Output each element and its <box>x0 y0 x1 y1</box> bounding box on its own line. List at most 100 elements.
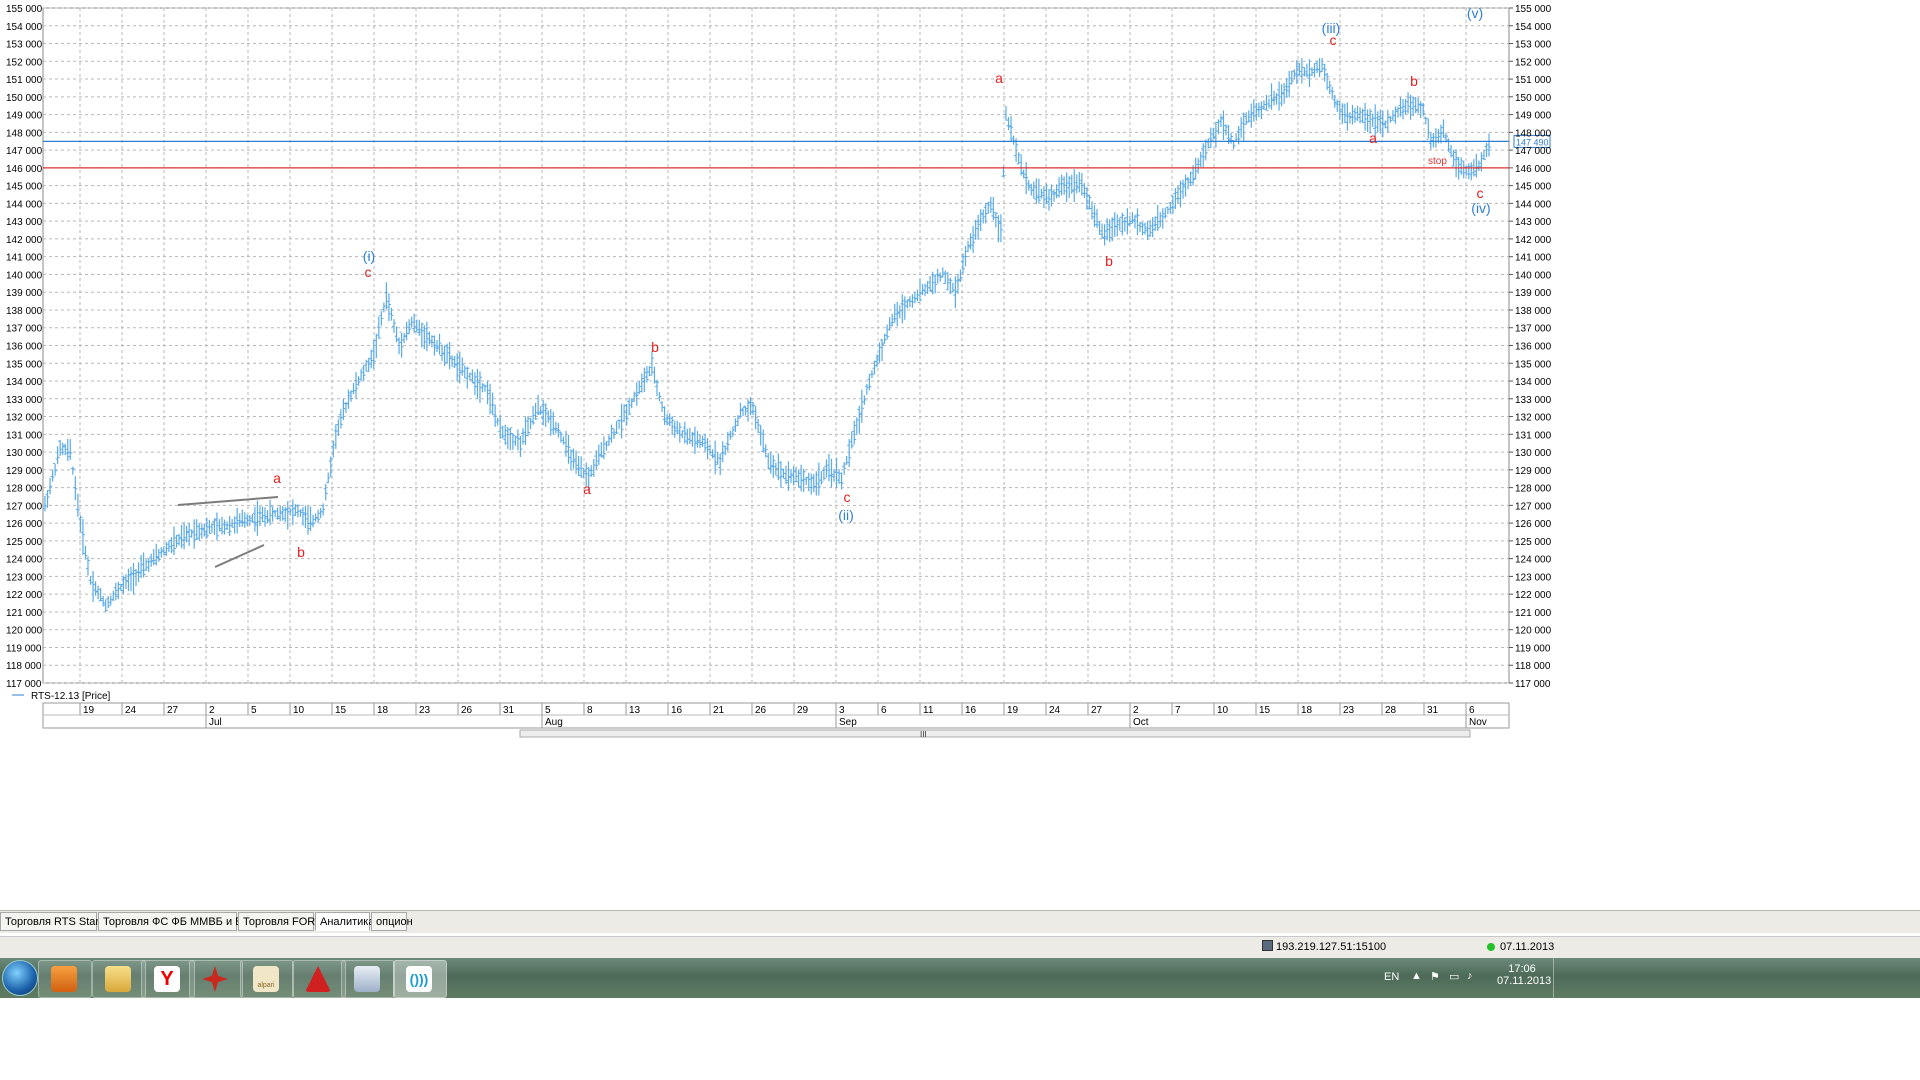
x-day-label: 10 <box>1217 705 1229 716</box>
y-tick-label-left: 137 000 <box>6 324 43 335</box>
y-tick-label-right: 126 000 <box>1515 519 1552 530</box>
taskbar-media-player[interactable] <box>38 960 92 998</box>
x-day-label: 18 <box>377 705 389 716</box>
connection-status: 193.219.127.51:15100 <box>1262 940 1386 955</box>
wave-label: b <box>297 544 305 560</box>
x-axis: 19 24 27 2 5 10 15 18 23 26 31 5 8 13 16 21 26 29 3 6 11 16 19… <box>42 702 1510 729</box>
y-tick-label-left: 151 000 <box>6 75 43 86</box>
y-tick-label-right: 117 000 <box>1515 679 1551 690</box>
taskbar-file-explorer[interactable] <box>92 960 146 998</box>
y-tick-label-left: 117 000 <box>6 679 42 690</box>
media-player-icon <box>51 966 77 992</box>
y-tick-label-right: 141 000 <box>1515 253 1552 264</box>
x-day-label: 21 <box>713 705 725 716</box>
y-tick-label-right: 147 000 <box>1515 146 1552 157</box>
y-tick-label-left: 136 000 <box>6 342 43 353</box>
tab-analytics[interactable]: Аналитика <box>315 912 374 931</box>
chat-app-icon: ())) <box>406 966 432 992</box>
y-tick-label-left: 121 000 <box>6 608 43 619</box>
x-day-label: 6 <box>881 705 887 716</box>
horizontal-lines[interactable]: stop147 490 <box>43 134 1551 169</box>
legend-label: RTS-12.13 [Price] <box>31 691 111 702</box>
wave-label: c <box>844 489 851 505</box>
y-tick-label-left: 148 000 <box>6 128 43 139</box>
y-tick-label-left: 130 000 <box>6 448 43 459</box>
x-day-label: 26 <box>755 705 767 716</box>
action-center-flag-icon[interactable]: ⚑ <box>1430 970 1440 1010</box>
y-tick-label-left: 132 000 <box>6 413 43 424</box>
y-tick-label-left: 123 000 <box>6 572 43 583</box>
y-tick-label-left: 139 000 <box>6 288 43 299</box>
y-tick-label-left: 140 000 <box>6 270 43 281</box>
y-tick-label-left: 129 000 <box>6 466 43 477</box>
language-indicator[interactable]: EN <box>1384 971 1399 1011</box>
yandex-icon: Y <box>154 966 180 992</box>
taskbar-yandex-browser[interactable]: Y <box>141 960 195 998</box>
x-day-label: 27 <box>1091 705 1103 716</box>
y-tick-label-right: 125 000 <box>1515 537 1552 548</box>
y-tick-label-right: 124 000 <box>1515 555 1552 566</box>
y-tick-label-right: 137 000 <box>1515 324 1552 335</box>
compass-star-icon <box>202 966 228 992</box>
power-icon[interactable]: ▭ <box>1449 970 1459 1010</box>
x-day-label: 7 <box>1175 705 1181 716</box>
volume-icon[interactable]: ♪ <box>1467 970 1473 1010</box>
connection-address: 193.219.127.51:15100 <box>1276 941 1387 953</box>
wave-label: (ii) <box>838 507 854 523</box>
y-tick-label-right: 153 000 <box>1515 40 1552 51</box>
wave-label: c <box>365 264 372 280</box>
x-day-label: 8 <box>587 705 593 716</box>
y-tick-label-left: 141 000 <box>6 253 43 264</box>
x-day-label: 31 <box>1427 705 1439 716</box>
y-tick-label-right: 134 000 <box>1515 377 1552 388</box>
y-tick-label-right: 148 000 <box>1515 128 1552 139</box>
x-day-label: 10 <box>293 705 305 716</box>
clock[interactable]: 17:06 07.11.2013 <box>1497 963 1551 1003</box>
show-desktop-button[interactable] <box>1553 958 1560 998</box>
taskbar-alpari[interactable]: alpari <box>240 960 294 998</box>
taskbar-red-app[interactable] <box>292 960 346 998</box>
triangle-upper-line <box>177 496 279 506</box>
y-tick-label-right: 123 000 <box>1515 572 1552 583</box>
tab-forts[interactable]: Торговля FORTS <box>238 912 329 931</box>
y-tick-label-right: 142 000 <box>1515 235 1552 246</box>
start-orb-icon[interactable] <box>2 960 38 996</box>
tab-rts-standard[interactable]: Торговля RTS Standard <box>0 912 124 931</box>
y-tick-label-left: 149 000 <box>6 111 43 122</box>
x-day-label: 19 <box>83 705 95 716</box>
tab-fs-fb-micex[interactable]: Торговля ФС ФБ ММВБ и БР РТС <box>98 912 274 931</box>
price-chart[interactable]: stop147 490 117 000 117 000 118 000 118 000… <box>0 0 1920 910</box>
x-day-label: 2 <box>209 705 215 716</box>
taskbar-trading-terminal[interactable] <box>189 960 243 998</box>
show-hidden-icons-icon[interactable]: ▲ <box>1411 970 1422 1010</box>
x-day-label: 13 <box>629 705 641 716</box>
y-tick-label-right: 120 000 <box>1515 626 1552 637</box>
x-day-label: 26 <box>461 705 473 716</box>
wave-label: (iii) <box>1322 20 1341 36</box>
stop-label: stop <box>1428 156 1447 167</box>
tab-options[interactable]: опцион <box>371 912 413 931</box>
y-tick-label-right: 152 000 <box>1515 57 1552 68</box>
y-tick-label-left: 144 000 <box>6 199 43 210</box>
x-day-label: 16 <box>671 705 683 716</box>
y-tick-label-right: 139 000 <box>1515 288 1552 299</box>
x-month-label: Oct <box>1133 717 1149 728</box>
x-month-label: Sep <box>839 717 857 728</box>
chart-scrollbar[interactable]: III <box>519 729 1471 739</box>
y-tick-label-right: 130 000 <box>1515 448 1552 459</box>
folder-icon <box>105 966 131 992</box>
x-day-label: 19 <box>1007 705 1019 716</box>
triangle-lower-line <box>214 544 265 568</box>
taskbar-calculator[interactable] <box>341 960 395 998</box>
y-tick-label-left: 134 000 <box>6 377 43 388</box>
y-tick-label-left: 122 000 <box>6 590 43 601</box>
x-day-label: 24 <box>1049 705 1061 716</box>
alpari-icon: alpari <box>253 966 279 992</box>
y-tick-label-right: 118 000 <box>1515 661 1551 672</box>
windows-taskbar: Y alpari ())) EN ▲ ⚑ ▭ ♪ 17:06 07.11.201… <box>0 958 1920 998</box>
taskbar-chat-app[interactable]: ())) <box>393 960 447 998</box>
y-tick-label-left: 128 000 <box>6 484 43 495</box>
y-tick-label-left: 131 000 <box>6 430 43 441</box>
x-day-label: 18 <box>1301 705 1313 716</box>
y-tick-label-right: 128 000 <box>1515 484 1552 495</box>
